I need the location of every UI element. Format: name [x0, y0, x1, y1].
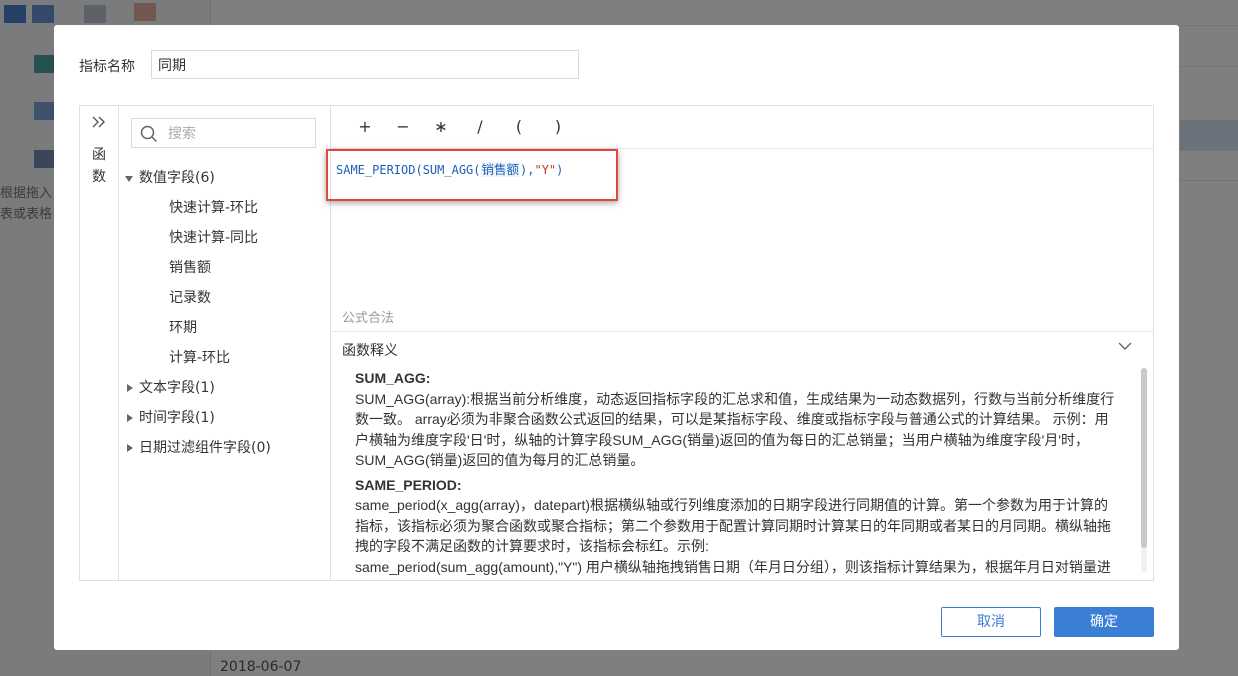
function-tab[interactable]: 函数 — [80, 106, 119, 580]
cancel-button[interactable]: 取消 — [941, 607, 1041, 637]
function-tab-label: 函数 — [92, 147, 106, 185]
chevron-down-icon[interactable] — [1117, 341, 1133, 351]
caret-right-icon[interactable] — [127, 444, 133, 452]
formula-editor-panel: 函数 数值字段(6) 快速计算-环比 快速计算-同比 销售额 记录数 环期 — [79, 105, 1154, 581]
tree-field-item[interactable]: 销售额 — [169, 253, 211, 283]
minus-operator-button[interactable]: − — [390, 114, 416, 140]
same-period-text: same_period(x_agg(array)，datepart)根据横纵轴或… — [355, 497, 1111, 554]
divide-operator-button[interactable]: / — [467, 114, 493, 140]
metric-name-label: 指标名称 — [79, 59, 135, 75]
tree-group-label: 日期过滤组件字段(0) — [139, 440, 271, 456]
caret-right-icon[interactable] — [127, 414, 133, 422]
search-input[interactable] — [166, 119, 310, 149]
tree-field-item[interactable]: 计算-环比 — [169, 343, 230, 373]
function-description-title: 函数释义 — [342, 343, 398, 359]
search-icon — [140, 125, 158, 143]
tree-group-numeric[interactable]: 数值字段(6) — [118, 163, 330, 193]
field-panel: 数值字段(6) 快速计算-环比 快速计算-同比 销售额 记录数 环期 计算-环比… — [118, 106, 331, 580]
metric-dialog: 指标名称 函数 数值字段(6) 快速计算-环比 — [54, 25, 1179, 650]
operator-toolbar: + − ∗ / ( ) — [330, 106, 1153, 149]
open-paren-button[interactable]: ( — [506, 114, 532, 140]
tree-field-item[interactable]: 记录数 — [169, 283, 211, 313]
description-scrollbar-thumb[interactable] — [1141, 368, 1147, 548]
tree-group-label: 文本字段(1) — [139, 380, 215, 396]
metric-name-input[interactable] — [151, 50, 579, 79]
same-period-title: SAME_PERIOD: — [355, 476, 462, 493]
same-period-example: same_period(sum_agg(amount),"Y") 用户横纵轴拖拽… — [355, 558, 1111, 575]
close-paren-button[interactable]: ) — [545, 114, 571, 140]
tree-group-label: 数值字段(6) — [139, 170, 215, 186]
double-chevron-right-icon[interactable] — [91, 114, 107, 130]
field-search[interactable] — [131, 118, 316, 149]
tree-group-date-filter[interactable]: 日期过滤组件字段(0) — [118, 433, 330, 463]
tree-field-item[interactable]: 环期 — [169, 313, 197, 343]
sum-agg-text: SUM_AGG(array):根据当前分析维度，动态返回指标字段的汇总求和值，生… — [355, 390, 1115, 469]
plus-operator-button[interactable]: + — [352, 114, 378, 140]
confirm-button[interactable]: 确定 — [1054, 607, 1154, 637]
formula-validity-text: 公式合法 — [342, 311, 395, 326]
function-description-header[interactable]: 函数释义 — [330, 331, 1153, 364]
tree-group-label: 时间字段(1) — [139, 410, 215, 426]
highlight-box — [326, 149, 618, 201]
tree-field-item[interactable]: 快速计算-同比 — [169, 223, 258, 253]
tree-group-text[interactable]: 文本字段(1) — [118, 373, 330, 403]
formula-editor: + − ∗ / ( ) SAME_PERIOD(SUM_AGG(销售额),"Y"… — [326, 106, 1153, 580]
multiply-operator-button[interactable]: ∗ — [428, 114, 454, 140]
function-description-body: SUM_AGG: SUM_AGG(array):根据当前分析维度，动态返回指标字… — [355, 368, 1115, 579]
caret-right-icon[interactable] — [127, 384, 133, 392]
tree-group-time[interactable]: 时间字段(1) — [118, 403, 330, 433]
tree-field-item[interactable]: 快速计算-环比 — [169, 193, 258, 223]
caret-down-icon[interactable] — [125, 176, 133, 182]
sum-agg-title: SUM_AGG: — [355, 370, 431, 386]
